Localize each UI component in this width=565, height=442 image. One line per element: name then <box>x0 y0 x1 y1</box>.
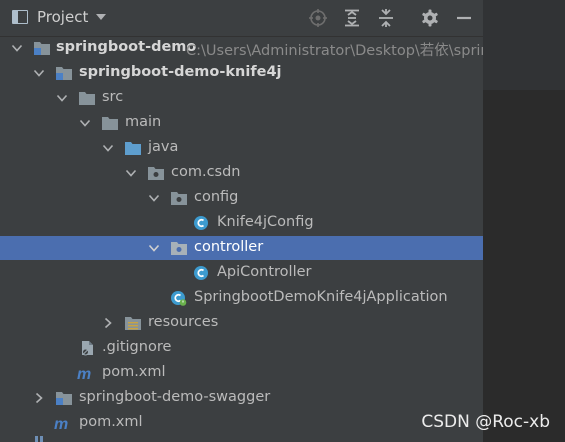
tree-row-java[interactable]: java <box>0 136 483 160</box>
svg-text:m: m <box>77 366 91 381</box>
project-path: C:\Users\Administrator\Desktop\若依\spring <box>186 43 483 59</box>
module-folder-icon <box>56 392 72 405</box>
collapse-all-icon[interactable] <box>376 8 396 28</box>
folder-icon <box>79 92 95 105</box>
project-header: Project <box>0 0 483 37</box>
module-folder-icon <box>34 42 50 55</box>
tree-label: java <box>148 139 179 155</box>
tree-label: config <box>194 189 239 205</box>
class-icon <box>194 266 208 280</box>
ignore-file-icon <box>82 341 93 356</box>
tree-label: Knife4jConfig <box>217 214 314 230</box>
tree-row-knife4j-config[interactable]: Knife4jConfig <box>0 211 483 235</box>
package-icon <box>171 192 187 205</box>
tree-row-package[interactable]: com.csdn <box>0 161 483 185</box>
tree-label: springboot-demo-swagger <box>79 389 271 405</box>
tree-row-pom-root[interactable]: m pom.xml <box>0 411 483 435</box>
chevron-right-icon[interactable] <box>32 391 46 405</box>
tree-row-root[interactable]: springboot-demo C:\Users\Administrator\D… <box>0 36 483 60</box>
maven-icon: m <box>77 366 91 381</box>
chevron-down-icon[interactable] <box>147 191 161 205</box>
chevron-down-icon[interactable] <box>32 66 46 80</box>
module-folder-icon <box>56 67 72 80</box>
tree-row-controller[interactable]: controller <box>0 236 483 260</box>
maven-icon: m <box>54 416 68 431</box>
folder-icon <box>102 117 118 130</box>
gear-icon[interactable] <box>420 8 440 28</box>
tree-row-module-swagger[interactable]: springboot-demo-swagger <box>0 386 483 410</box>
tree-row-src[interactable]: src <box>0 86 483 110</box>
editor-gutter <box>483 0 565 90</box>
package-icon <box>148 167 164 180</box>
tree-row-pom-module[interactable]: m pom.xml <box>0 361 483 385</box>
tree-label: com.csdn <box>171 164 241 180</box>
chevron-down-icon[interactable] <box>94 10 108 24</box>
class-icon <box>194 216 208 230</box>
chevron-down-icon[interactable] <box>55 91 69 105</box>
expand-all-icon[interactable] <box>342 8 362 28</box>
tree-row-resources[interactable]: resources <box>0 311 483 335</box>
chevron-right-icon[interactable] <box>101 316 115 330</box>
locate-icon[interactable] <box>308 8 328 28</box>
tree-row-api-controller[interactable]: ApiController <box>0 261 483 285</box>
tree-row-gitignore[interactable]: .gitignore <box>0 336 483 360</box>
tree-row-application[interactable]: SpringbootDemoKnife4jApplication <box>0 286 483 310</box>
watermark: CSDN @Roc-xb <box>421 412 550 432</box>
tree-label: resources <box>148 314 219 330</box>
project-tool-window: Project springboot-demo C:\Users\Adminis… <box>0 0 483 442</box>
tree-label: SpringbootDemoKnife4jApplication <box>194 289 448 305</box>
chevron-down-icon[interactable] <box>10 41 24 55</box>
tree-label: springboot-demo <box>56 39 197 55</box>
tree-label: main <box>125 114 162 130</box>
tree-label: pom.xml <box>102 364 166 380</box>
tree-label: springboot-demo-knife4j <box>79 64 282 80</box>
tree-row-config[interactable]: config <box>0 186 483 210</box>
source-folder-icon <box>125 142 141 155</box>
spring-boot-class-icon <box>171 291 187 306</box>
svg-text:m: m <box>54 416 68 431</box>
tree-label: .gitignore <box>102 339 172 355</box>
tree-label: pom.xml <box>79 414 143 430</box>
tree-label: src <box>102 89 124 105</box>
external-libraries-icon <box>35 436 43 442</box>
tree-row-module-knife4j[interactable]: springboot-demo-knife4j <box>0 61 483 85</box>
tree-row-partial <box>0 436 483 442</box>
chevron-down-icon[interactable] <box>124 166 138 180</box>
tree-label: ApiController <box>217 264 312 280</box>
tree-label: controller <box>194 239 264 255</box>
project-view-icon <box>12 10 28 24</box>
project-view-title[interactable]: Project <box>37 8 88 26</box>
package-icon <box>171 242 187 255</box>
resources-folder-icon <box>125 317 141 330</box>
tree-row-main[interactable]: main <box>0 111 483 135</box>
chevron-down-icon[interactable] <box>147 241 161 255</box>
chevron-down-icon[interactable] <box>101 141 115 155</box>
minimize-icon[interactable] <box>454 8 474 28</box>
chevron-down-icon[interactable] <box>78 116 92 130</box>
